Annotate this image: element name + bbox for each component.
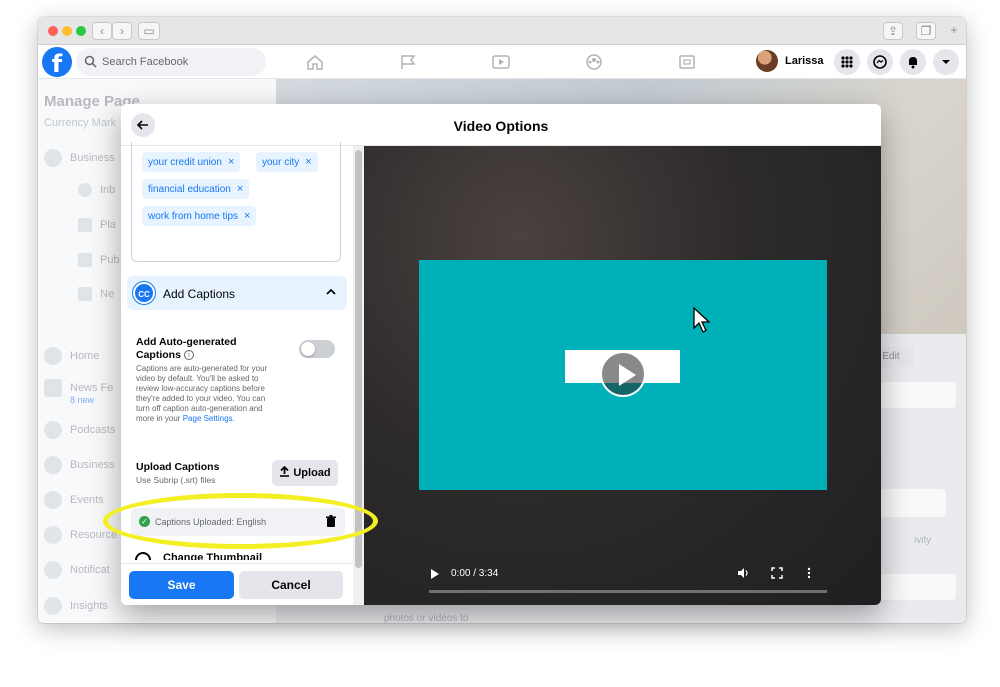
save-button[interactable]: Save [129,571,234,599]
sidebar-item-new[interactable]: Ne [78,287,114,301]
upload-captions-hint: Use Subrip (.srt) files [136,475,216,485]
news-feed-count: 8 new [70,395,95,405]
new-tab-icon[interactable]: + [945,22,963,40]
tag-chip: work from home tips × [142,206,257,226]
page-settings-link[interactable]: Page Settings [183,414,233,423]
background-card [880,489,946,517]
menu-grid-icon[interactable] [834,49,860,75]
chevron-up-icon [326,288,336,295]
facebook-logo[interactable]: f [42,47,72,78]
more-options-icon[interactable] [803,567,815,579]
messenger-icon[interactable] [867,49,893,75]
remove-tag-icon[interactable]: × [305,156,311,168]
dialog-footer: Save Cancel [121,563,353,605]
cancel-button[interactable]: Cancel [239,571,343,599]
sidebar-item-home[interactable]: Home [44,347,99,365]
flag-icon[interactable] [399,54,417,70]
captions-icon: CC [133,282,155,304]
section-title: Add Captions [163,287,236,301]
gaming-icon[interactable] [678,54,696,70]
video-frame[interactable] [419,260,827,490]
auto-captions-title: Add Auto-generated Captions i [136,336,237,361]
auto-captions-description: Captions are auto-generated for your vid… [136,364,268,423]
minimize-window-button[interactable] [62,26,72,36]
sidebar-item-notifications[interactable]: Notificat [44,561,110,579]
avatar [756,50,778,72]
sidebar-item-insights[interactable]: Insights [44,597,108,615]
background-card [880,574,956,600]
facebook-top-bar: f Search Facebook Larissa [38,45,966,79]
notifications-icon[interactable] [900,49,926,75]
dialog-header: Video Options [121,104,881,146]
video-time: 0:00 / 3:34 [451,568,499,579]
browser-back-button[interactable]: ‹ [92,22,112,40]
share-icon[interactable]: ⇪ [883,22,903,40]
change-thumbnail-section[interactable]: Change Thumbnail [133,548,345,560]
upload-icon [280,465,290,477]
activity-label: ivity [914,535,932,546]
add-captions-section-toggle[interactable]: CC Add Captions [127,276,347,310]
upload-captions-title: Upload Captions [136,461,220,473]
remove-tag-icon[interactable]: × [244,210,250,222]
watch-icon[interactable] [492,54,510,70]
user-name: Larissa [785,55,824,67]
dialog-title: Video Options [453,118,549,134]
tabs-overview-icon[interactable]: ❐ [916,22,936,40]
remove-tag-icon[interactable]: × [237,183,243,195]
tag-chip: your credit union × [142,152,241,172]
video-controls: 0:00 / 3:34 [419,558,827,598]
play-icon[interactable] [600,351,646,397]
info-icon[interactable]: i [183,350,194,361]
auto-captions-toggle[interactable] [299,340,335,358]
home-icon[interactable] [306,54,324,70]
background-card [880,382,956,408]
sidebar-item-business[interactable]: Business [44,149,115,167]
upload-button[interactable]: Upload [272,460,338,486]
tags-field[interactable]: your credit union × your city × financial … [131,142,341,262]
search-icon [84,55,97,68]
groups-icon[interactable] [585,54,603,70]
video-progress-bar[interactable] [429,590,827,593]
zoom-window-button[interactable] [76,26,86,36]
sidebar-item-resources[interactable]: Resource [44,526,117,544]
highlight-ellipse [103,493,378,549]
search-input[interactable]: Search Facebook [76,48,266,76]
sidebar-item-business-2[interactable]: Business [44,456,115,474]
remove-tag-icon[interactable]: × [228,156,234,168]
tag-chip: financial education × [142,179,250,199]
sidebar-item-events[interactable]: Events [44,491,104,509]
promo-text: photos or videos to promote your [384,613,469,623]
section-title: Change Thumbnail [163,552,262,560]
browser-forward-button[interactable]: › [112,22,132,40]
sidebar-toggle-icon[interactable]: ▭ [138,22,160,40]
sidebar-item-podcasts[interactable]: Podcasts [44,421,115,439]
thumbnail-icon [135,552,151,560]
sidebar-item-publishing[interactable]: Pub [78,253,120,267]
mouse-cursor-icon [693,306,711,333]
video-preview: 0:00 / 3:34 [364,146,881,605]
volume-icon[interactable] [737,567,749,579]
toggle-knob [301,342,315,356]
search-placeholder: Search Facebook [102,56,189,68]
account-dropdown-icon[interactable] [933,49,959,75]
fullscreen-icon[interactable] [771,567,783,579]
page-subtitle: Currency Mark [44,117,117,129]
tag-chip: your city × [256,152,318,172]
sidebar-item-planner[interactable]: Pla [78,218,116,232]
close-window-button[interactable] [48,26,58,36]
play-control-icon[interactable] [431,569,439,579]
browser-toolbar: ‹ › ▭ ⇪ ❐ + [38,17,966,45]
sidebar-item-inbox[interactable]: Inb [78,183,115,197]
